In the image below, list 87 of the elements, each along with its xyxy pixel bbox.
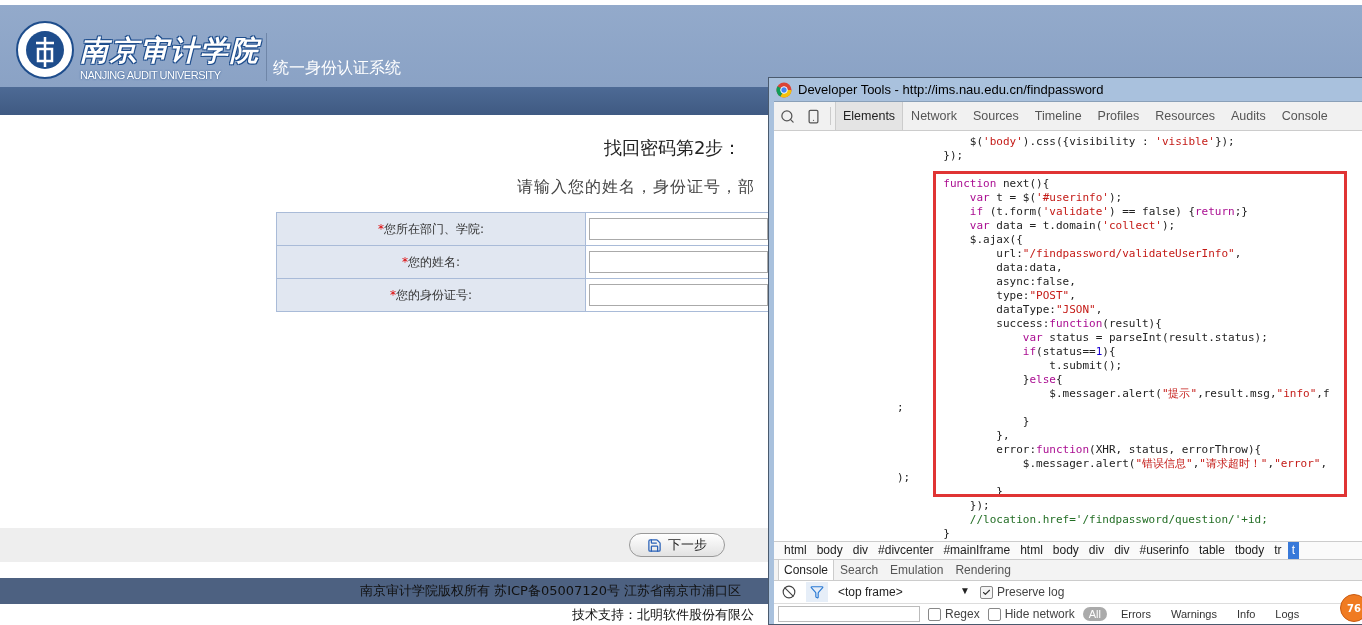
level-filter[interactable]: Warnings <box>1164 607 1223 621</box>
breadcrumb-item[interactable]: div <box>848 542 873 559</box>
panel-tab[interactable]: Profiles <box>1089 102 1148 130</box>
instruction-text: 请输入您的姓名，身份证号，部 <box>517 177 755 198</box>
breadcrumb-item[interactable]: table <box>1194 542 1229 559</box>
filter-icon[interactable] <box>806 582 828 602</box>
checkbox-label: Regex <box>945 607 980 621</box>
code-line: type:"POST", <box>995 289 1077 303</box>
code-line: success:function(result){ <box>995 317 1163 331</box>
emblem-drawing <box>16 20 74 79</box>
required-mark: * <box>377 222 384 236</box>
drawer-tab[interactable]: Emulation <box>884 560 950 580</box>
panel-tab[interactable]: Network <box>903 102 965 130</box>
next-button[interactable]: 下一步 <box>629 533 725 557</box>
code-line: //location.href='/findpassword/question/'+id; <box>968 513 1269 527</box>
browser-logo-icon <box>776 81 792 98</box>
field-label: 您所在部门、学院: <box>383 220 484 238</box>
checkbox[interactable] <box>980 585 993 599</box>
input-field[interactable] <box>589 284 768 306</box>
field-label: 您的姓名: <box>407 253 460 271</box>
panel-tab[interactable]: Audits <box>1223 102 1274 130</box>
panel-tab[interactable]: Console <box>1273 102 1336 130</box>
panel-tab[interactable]: Timeline <box>1026 102 1090 130</box>
code-line: $.messager.alert("提示",result.msg,"info",f <box>1048 387 1331 401</box>
code-line: if(status==1){ <box>1021 345 1117 359</box>
code-line: } <box>942 527 951 541</box>
drawer-tab[interactable]: Console <box>778 560 835 580</box>
code-line: $.ajax({ <box>968 233 1024 247</box>
code-line: }); <box>968 499 991 513</box>
code-line: ); <box>895 471 912 485</box>
panel-tab[interactable]: Resources <box>1147 102 1224 130</box>
breadcrumb-item[interactable]: tbody <box>1230 542 1269 559</box>
breadcrumb-item[interactable]: div <box>1084 542 1109 559</box>
breadcrumb-item[interactable]: t <box>1287 542 1299 559</box>
logo-subtitle: NANJING AUDIT UNIVERSITY <box>80 68 222 81</box>
breadcrumb-item[interactable]: #mainIframe <box>939 542 1015 559</box>
input-field[interactable] <box>589 251 768 273</box>
breadcrumb-item[interactable]: tr <box>1270 542 1286 559</box>
logo-name: 南京审计学院 <box>80 32 260 69</box>
breadcrumb-item[interactable]: #divcenter <box>874 542 938 559</box>
filter-field[interactable] <box>778 606 920 622</box>
checkbox-label: Hide network <box>1004 607 1075 621</box>
code-line: }else{ <box>1021 373 1064 387</box>
field-label: 您的身份证号: <box>395 286 472 304</box>
code-line: var data = t.domain('collect'); <box>968 219 1177 233</box>
system-name: 统一身份认证系统 <box>273 57 401 79</box>
breadcrumb-item[interactable]: body <box>812 542 847 559</box>
support-text: 技术支持：北明软件股份有限公 <box>572 606 755 624</box>
panel-tab[interactable]: Sources <box>964 102 1027 130</box>
context-select[interactable]: <top frame> ▼ <box>834 585 974 599</box>
breadcrumb-item[interactable]: div <box>1110 542 1134 559</box>
code-line: function next(){ <box>942 177 1051 191</box>
drawer-tab[interactable]: Rendering <box>949 560 1017 580</box>
level-filter[interactable]: Info <box>1230 607 1262 621</box>
input-field[interactable] <box>589 218 768 240</box>
code-line: } <box>1021 415 1031 429</box>
code-line: var status = parseInt(result.status); <box>1021 331 1269 345</box>
breadcrumb-item[interactable]: html <box>780 542 811 559</box>
breadcrumb-item[interactable]: body <box>1048 542 1083 559</box>
checkbox[interactable] <box>987 607 1001 621</box>
code-line: var t = $('#userinfo'); <box>968 191 1124 205</box>
code-line: if (t.form('validate') == false) {return;} <box>968 205 1249 219</box>
code-line: url:"/findpassword/validateUserInfo", <box>995 247 1243 261</box>
copyright-text: 南京审计学院版权所有 苏ICP备05007120号 江苏省南京市浦口区 <box>360 582 742 600</box>
code-line: $('body').css({visibility : 'visible'}); <box>968 135 1236 149</box>
form-title: 找回密码第2步： <box>604 136 742 160</box>
code-line: $.messager.alert("错误信息","请求超时！","error", <box>1021 457 1329 471</box>
code-line: dataType:"JSON", <box>995 303 1104 317</box>
level-filter[interactable]: Errors <box>1114 607 1157 621</box>
panel-tab[interactable]: Elements <box>835 102 904 130</box>
code-line: t.submit(); <box>1048 359 1124 373</box>
code-line: }, <box>995 429 1011 443</box>
required-mark: * <box>401 255 408 269</box>
code-line: ; <box>895 401 905 415</box>
level-filter[interactable]: Logs <box>1269 607 1306 621</box>
breadcrumb-item[interactable]: #userinfo <box>1135 542 1193 559</box>
checkbox[interactable] <box>928 607 941 621</box>
checkbox-label: Preserve log <box>997 585 1065 599</box>
code-line: async:false, <box>995 275 1077 289</box>
drawer-tab[interactable]: Search <box>834 560 885 580</box>
code-line: data:data, <box>995 261 1064 275</box>
required-mark: * <box>389 288 396 302</box>
check-icon <box>982 587 991 597</box>
breadcrumb-item[interactable]: html <box>1016 542 1047 559</box>
code-line: error:function(XHR, status, errorThrow){ <box>995 443 1263 457</box>
code-line: }); <box>942 149 965 163</box>
window-title: Developer Tools - http://ims.nau.edu.cn/findpassword <box>798 82 1104 97</box>
